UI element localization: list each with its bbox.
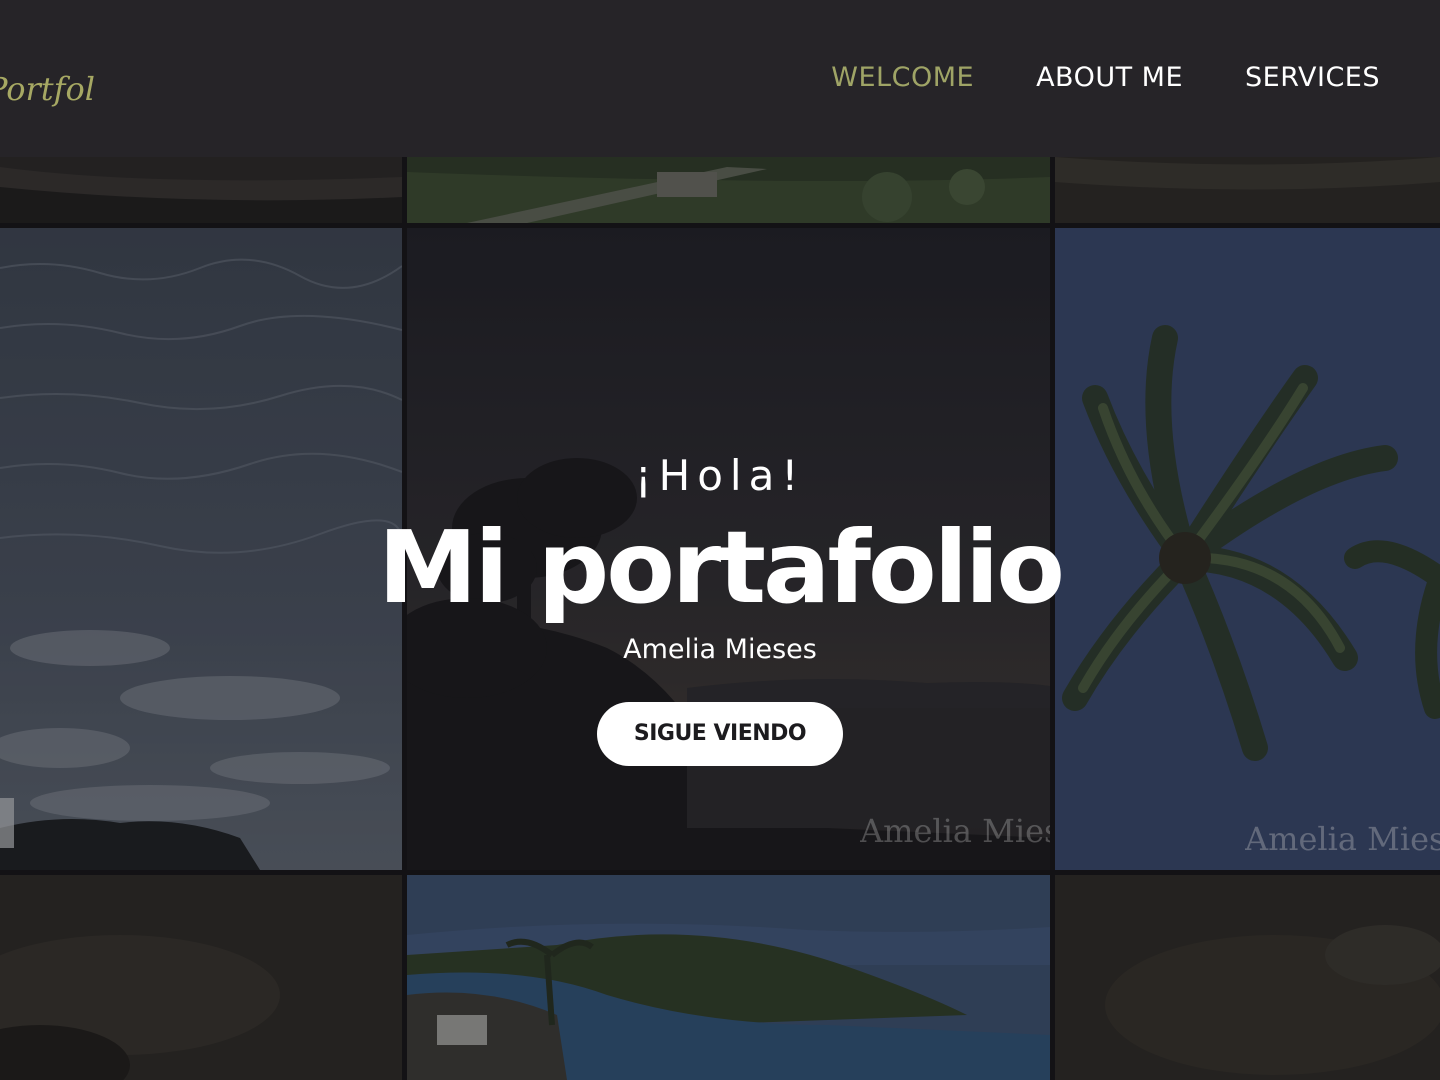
main-nav: WELCOME ABOUT ME SERVICES bbox=[831, 62, 1380, 93]
nav-about-me[interactable]: ABOUT ME bbox=[1036, 62, 1183, 93]
logo-text: Portfolio bbox=[0, 70, 96, 108]
watermark-center: Amelia Mieses bbox=[860, 812, 1050, 850]
nav-welcome[interactable]: WELCOME bbox=[831, 62, 974, 93]
portfolio-page: Amelia Mieses Amelia Mieses Portfolio WE… bbox=[0, 0, 1440, 1080]
portfolio-logo[interactable]: Portfolio bbox=[0, 40, 96, 130]
site-header: Portfolio WELCOME ABOUT ME SERVICES bbox=[0, 0, 1440, 157]
hero-section: ¡Hola! Mi portafolio Amelia Mieses SIGUE… bbox=[0, 440, 1440, 766]
hero-greeting: ¡Hola! bbox=[634, 451, 806, 500]
nav-services[interactable]: SERVICES bbox=[1245, 62, 1380, 93]
watermark-right: Amelia Mieses bbox=[1245, 820, 1440, 858]
hero-title: Mi portafolio bbox=[378, 509, 1065, 626]
hero-subtitle: Amelia Mieses bbox=[623, 634, 817, 665]
sigue-viendo-button[interactable]: SIGUE VIENDO bbox=[597, 702, 843, 766]
